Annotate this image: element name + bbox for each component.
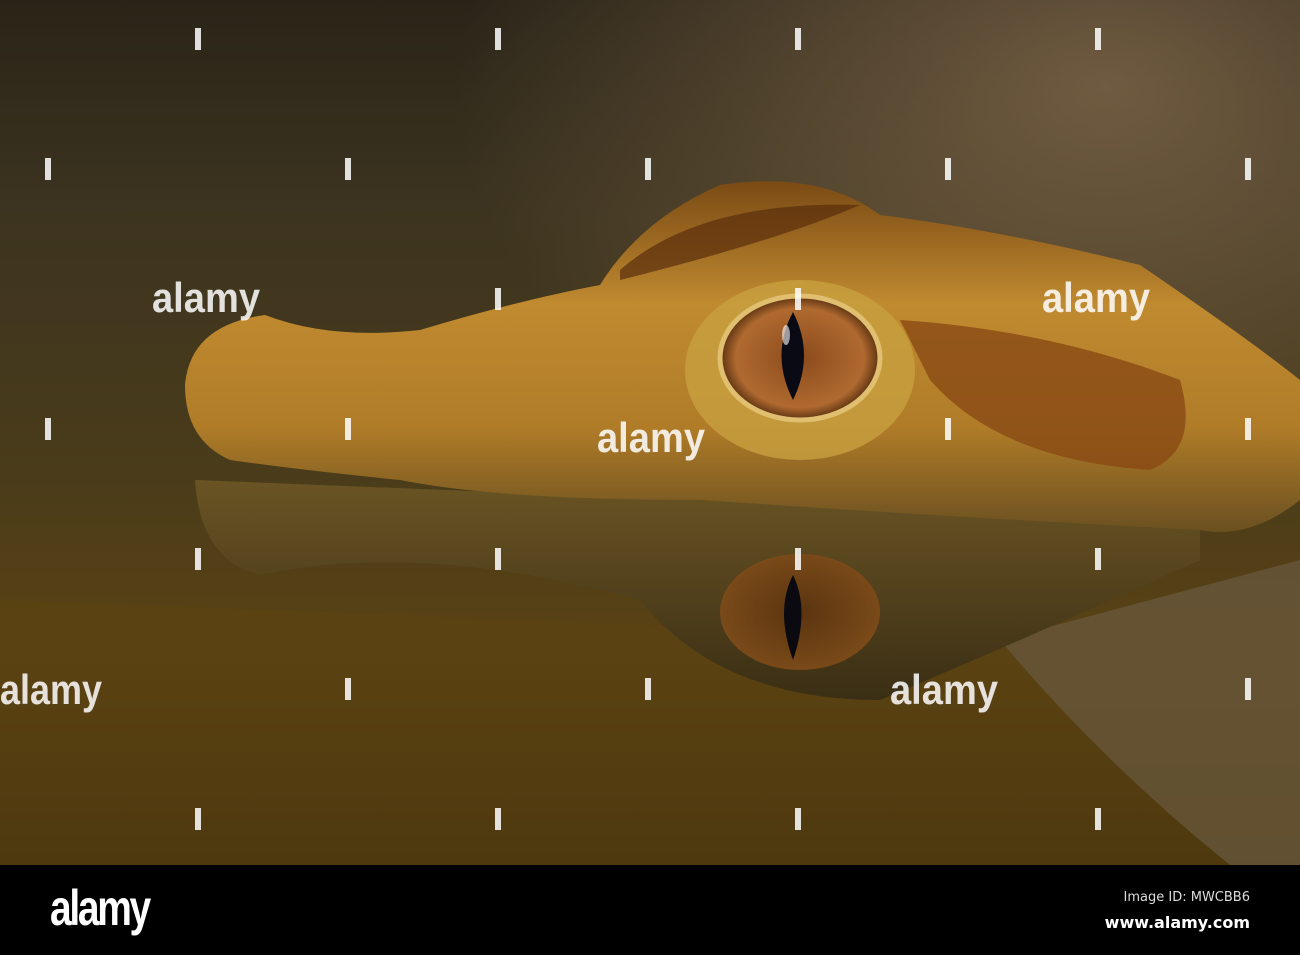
watermark: alamy (0, 666, 103, 713)
watermark: alamy (597, 414, 706, 461)
caiman-photo: alamy alamy alamy alamy alamy (0, 0, 1300, 865)
footer-bar: alamy Image ID: MWCBB6 www.alamy.com (0, 865, 1300, 955)
watermark: alamy (890, 666, 999, 713)
alamy-logo: alamy (50, 880, 151, 936)
watermark: alamy (152, 274, 261, 321)
watermark: alamy (1042, 274, 1151, 321)
image-id: Image ID: MWCBB6 (1123, 890, 1250, 905)
site-url: www.alamy.com (1104, 913, 1250, 932)
